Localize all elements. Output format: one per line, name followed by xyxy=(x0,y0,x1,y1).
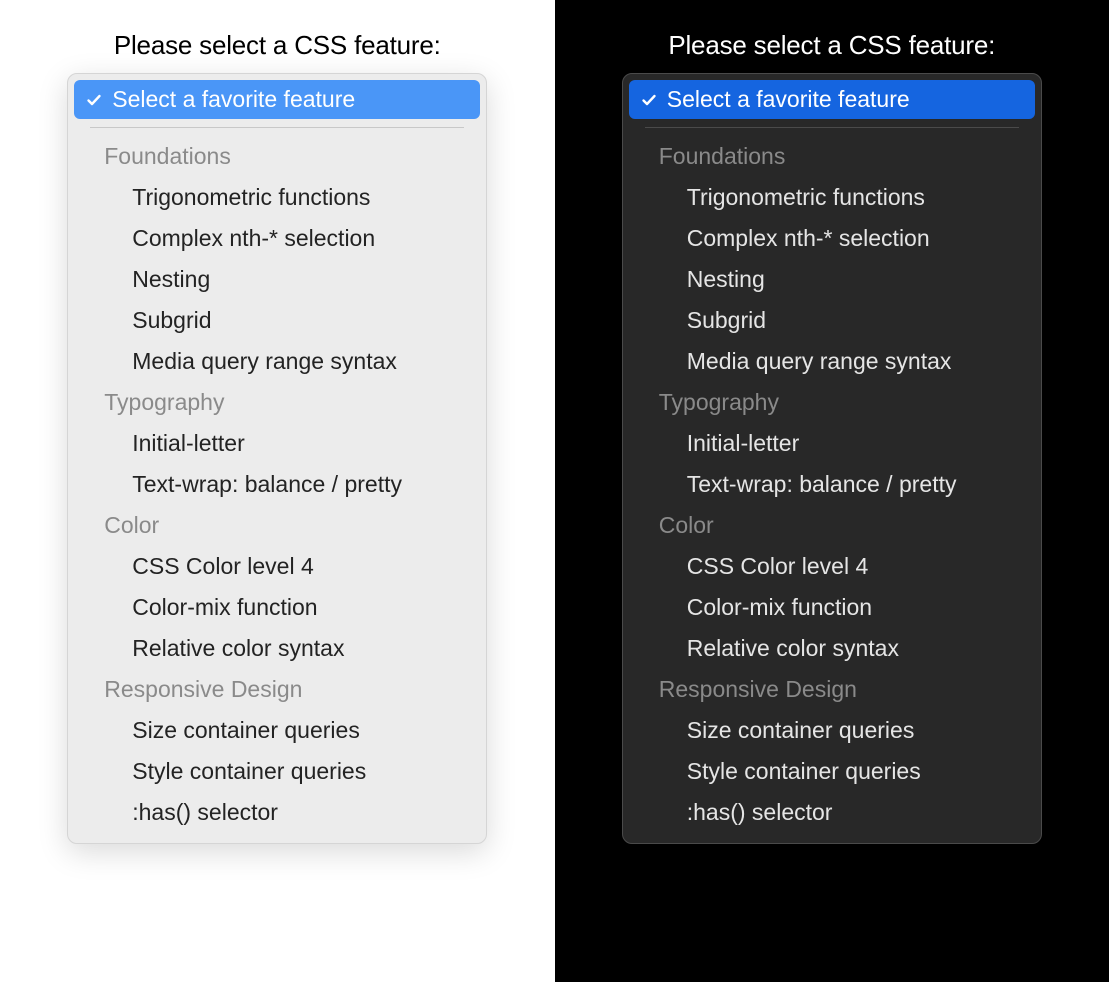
optgroup-responsive-design: Responsive Design xyxy=(629,669,1035,710)
option-initial-letter[interactable]: Initial-letter xyxy=(629,423,1035,464)
optgroup-foundations: Foundations xyxy=(629,136,1035,177)
option-subgrid[interactable]: Subgrid xyxy=(629,300,1035,341)
option-style-container-queries[interactable]: Style container queries xyxy=(74,751,480,792)
option-has-selector[interactable]: :has() selector xyxy=(74,792,480,833)
dropdown-divider xyxy=(90,127,464,128)
selected-option-label: Select a favorite feature xyxy=(112,86,355,113)
optgroup-typography: Typography xyxy=(74,382,480,423)
option-css-color-level-4[interactable]: CSS Color level 4 xyxy=(74,546,480,587)
check-icon xyxy=(641,92,661,108)
option-trigonometric-functions[interactable]: Trigonometric functions xyxy=(629,177,1035,218)
css-feature-dropdown[interactable]: Select a favorite feature Foundations Tr… xyxy=(67,73,487,844)
option-nesting[interactable]: Nesting xyxy=(629,259,1035,300)
prompt-label: Please select a CSS feature: xyxy=(114,30,441,61)
option-complex-nth-selection[interactable]: Complex nth-* selection xyxy=(629,218,1035,259)
option-subgrid[interactable]: Subgrid xyxy=(74,300,480,341)
option-relative-color-syntax[interactable]: Relative color syntax xyxy=(74,628,480,669)
option-media-query-range-syntax[interactable]: Media query range syntax xyxy=(74,341,480,382)
option-has-selector[interactable]: :has() selector xyxy=(629,792,1035,833)
option-nesting[interactable]: Nesting xyxy=(74,259,480,300)
check-icon xyxy=(86,92,106,108)
option-media-query-range-syntax[interactable]: Media query range syntax xyxy=(629,341,1035,382)
css-feature-dropdown[interactable]: Select a favorite feature Foundations Tr… xyxy=(622,73,1042,844)
option-color-mix-function[interactable]: Color-mix function xyxy=(74,587,480,628)
option-text-wrap-balance-pretty[interactable]: Text-wrap: balance / pretty xyxy=(74,464,480,505)
option-relative-color-syntax[interactable]: Relative color syntax xyxy=(629,628,1035,669)
option-size-container-queries[interactable]: Size container queries xyxy=(74,710,480,751)
optgroup-responsive-design: Responsive Design xyxy=(74,669,480,710)
selected-option-label: Select a favorite feature xyxy=(667,86,910,113)
optgroup-typography: Typography xyxy=(629,382,1035,423)
dark-theme-panel: Please select a CSS feature: Select a fa… xyxy=(555,0,1109,982)
optgroup-foundations: Foundations xyxy=(74,136,480,177)
option-style-container-queries[interactable]: Style container queries xyxy=(629,751,1035,792)
selected-option-row[interactable]: Select a favorite feature xyxy=(629,80,1035,119)
option-text-wrap-balance-pretty[interactable]: Text-wrap: balance / pretty xyxy=(629,464,1035,505)
prompt-label: Please select a CSS feature: xyxy=(668,30,995,61)
option-trigonometric-functions[interactable]: Trigonometric functions xyxy=(74,177,480,218)
selected-option-row[interactable]: Select a favorite feature xyxy=(74,80,480,119)
option-css-color-level-4[interactable]: CSS Color level 4 xyxy=(629,546,1035,587)
option-color-mix-function[interactable]: Color-mix function xyxy=(629,587,1035,628)
option-complex-nth-selection[interactable]: Complex nth-* selection xyxy=(74,218,480,259)
dropdown-divider xyxy=(645,127,1019,128)
light-theme-panel: Please select a CSS feature: Select a fa… xyxy=(0,0,555,982)
option-initial-letter[interactable]: Initial-letter xyxy=(74,423,480,464)
option-size-container-queries[interactable]: Size container queries xyxy=(629,710,1035,751)
optgroup-color: Color xyxy=(629,505,1035,546)
optgroup-color: Color xyxy=(74,505,480,546)
